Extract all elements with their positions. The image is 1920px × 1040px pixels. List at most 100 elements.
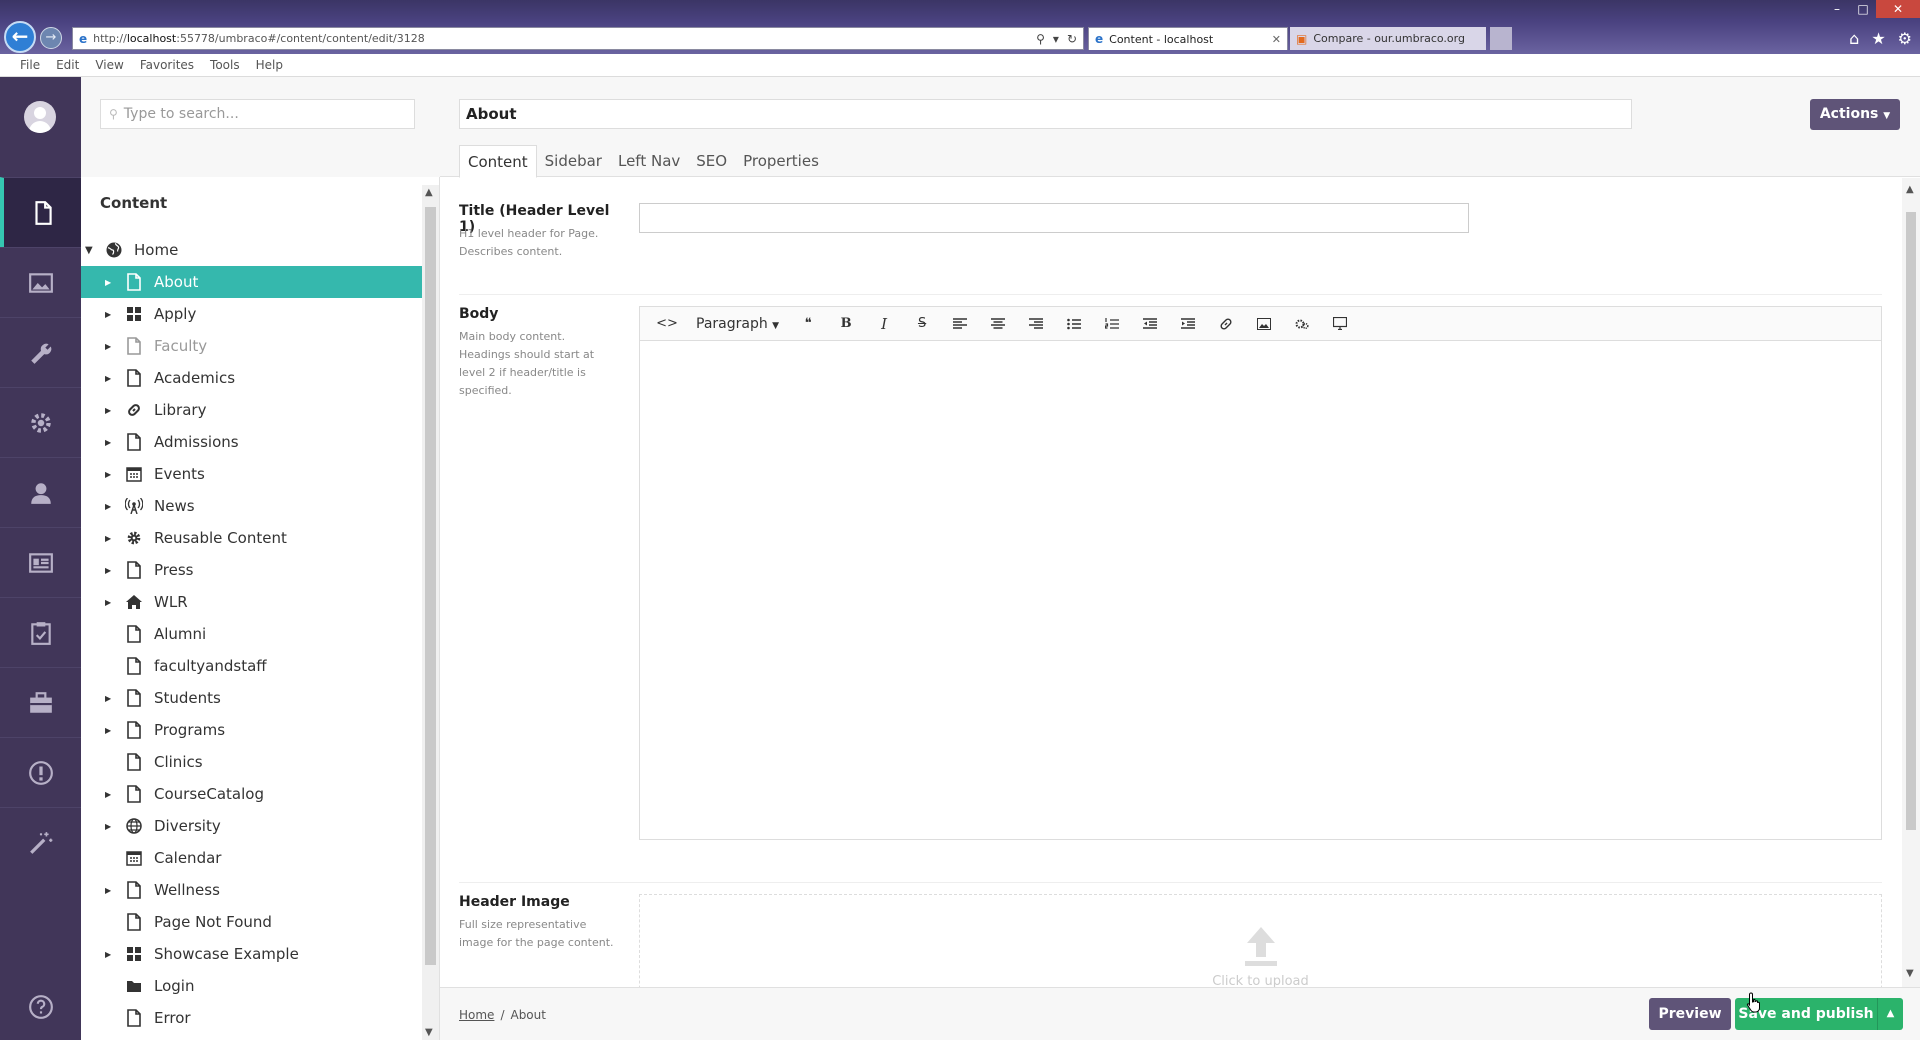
tree-node-error[interactable]: Error bbox=[81, 1002, 423, 1034]
section-forms[interactable] bbox=[0, 597, 81, 667]
title-input[interactable] bbox=[639, 203, 1469, 233]
section-media[interactable] bbox=[0, 247, 81, 317]
preview-button[interactable]: Preview bbox=[1649, 998, 1731, 1030]
numbered-list-icon[interactable] bbox=[1093, 307, 1131, 341]
menu-file[interactable]: File bbox=[20, 58, 40, 72]
tree-scroll-thumb[interactable] bbox=[425, 207, 436, 965]
align-left-icon[interactable] bbox=[941, 307, 979, 341]
tree-node-showcase-example[interactable]: ▶ Showcase Example bbox=[81, 938, 423, 970]
code-icon[interactable]: <> bbox=[648, 307, 686, 341]
menu-view[interactable]: View bbox=[95, 58, 123, 72]
chevron-down-icon[interactable]: ▼ bbox=[1906, 968, 1914, 979]
section-info[interactable] bbox=[0, 737, 81, 807]
tree-node-facultyandstaff[interactable]: facultyandstaff bbox=[81, 650, 423, 682]
chevron-right-icon[interactable]: ▶ bbox=[105, 598, 119, 607]
chevron-right-icon[interactable]: ▶ bbox=[105, 406, 119, 415]
chevron-down-icon[interactable]: ▼ bbox=[85, 245, 99, 256]
tree-node-library[interactable]: ▶ Library bbox=[81, 394, 423, 426]
chevron-right-icon[interactable]: ▶ bbox=[105, 726, 119, 735]
tree-node-academics[interactable]: ▶ Academics bbox=[81, 362, 423, 394]
tab-properties[interactable]: Properties bbox=[735, 145, 827, 177]
align-right-icon[interactable] bbox=[1017, 307, 1055, 341]
editor-scroll-thumb[interactable] bbox=[1906, 212, 1916, 830]
tree-node-about[interactable]: ▶ About bbox=[81, 266, 423, 298]
tree-node-alumni[interactable]: Alumni bbox=[81, 618, 423, 650]
tree-node-page-not-found[interactable]: Page Not Found bbox=[81, 906, 423, 938]
chevron-down-icon[interactable]: ▼ bbox=[425, 1027, 433, 1038]
embed-icon[interactable] bbox=[1321, 307, 1359, 341]
link-icon[interactable] bbox=[1207, 307, 1245, 341]
close-window-button[interactable]: ✕ bbox=[1876, 0, 1920, 18]
chevron-right-icon[interactable]: ▶ bbox=[105, 310, 119, 319]
section-settings[interactable] bbox=[0, 317, 81, 387]
section-help[interactable] bbox=[0, 977, 81, 1037]
section-members[interactable] bbox=[0, 527, 81, 597]
tree-node-admissions[interactable]: ▶ Admissions bbox=[81, 426, 423, 458]
align-center-icon[interactable] bbox=[979, 307, 1017, 341]
avatar[interactable] bbox=[24, 101, 56, 133]
tab-left-nav[interactable]: Left Nav bbox=[610, 145, 688, 177]
browser-tab-compare[interactable]: ▣ Compare - our.umbraco.org bbox=[1290, 27, 1486, 50]
chevron-right-icon[interactable]: ▶ bbox=[105, 566, 119, 575]
forward-button[interactable]: → bbox=[40, 27, 62, 49]
tree-node-apply[interactable]: ▶ Apply bbox=[81, 298, 423, 330]
tree-node-reusable-content[interactable]: ▶ Reusable Content bbox=[81, 522, 423, 554]
address-bar[interactable]: e http:// localhost :55778/umbraco#/cont… bbox=[72, 27, 1084, 50]
tree-node-faculty[interactable]: ▶ Faculty bbox=[81, 330, 423, 362]
gear-icon[interactable]: ⚙ bbox=[1898, 29, 1912, 48]
chevron-right-icon[interactable]: ▶ bbox=[105, 950, 119, 959]
chevron-right-icon[interactable]: ▶ bbox=[105, 790, 119, 799]
indent-icon[interactable] bbox=[1169, 307, 1207, 341]
breadcrumb-home[interactable]: Home bbox=[459, 1008, 494, 1022]
outdent-icon[interactable] bbox=[1131, 307, 1169, 341]
close-icon[interactable]: ✕ bbox=[1272, 33, 1281, 46]
tree-node-home[interactable]: ▼ Home bbox=[81, 234, 423, 266]
tree-node-news[interactable]: ▶ News bbox=[81, 490, 423, 522]
chevron-right-icon[interactable]: ▶ bbox=[105, 502, 119, 511]
chevron-right-icon[interactable]: ▶ bbox=[105, 374, 119, 383]
section-users[interactable] bbox=[0, 457, 81, 527]
tree-node-calendar[interactable]: Calendar bbox=[81, 842, 423, 874]
section-content[interactable] bbox=[0, 177, 81, 247]
strikethrough-icon[interactable]: S bbox=[903, 307, 941, 341]
image-icon[interactable] bbox=[1245, 307, 1283, 341]
tree-node-wlr[interactable]: ▶ WLR bbox=[81, 586, 423, 618]
tree-node-diversity[interactable]: ▶ Diversity bbox=[81, 810, 423, 842]
bullet-list-icon[interactable] bbox=[1055, 307, 1093, 341]
maximize-button[interactable]: □ bbox=[1850, 0, 1876, 18]
chevron-right-icon[interactable]: ▶ bbox=[105, 470, 119, 479]
blockquote-icon[interactable]: ❝ bbox=[789, 307, 827, 341]
bold-icon[interactable]: B bbox=[827, 307, 865, 341]
tree-node-students[interactable]: ▶ Students bbox=[81, 682, 423, 714]
refresh-icon[interactable]: ↻ bbox=[1067, 32, 1077, 46]
tree-node-clinics[interactable]: Clinics bbox=[81, 746, 423, 778]
chevron-right-icon[interactable]: ▶ bbox=[105, 694, 119, 703]
chevron-right-icon[interactable]: ▶ bbox=[105, 438, 119, 447]
format-dropdown[interactable]: Paragraph ▼ bbox=[686, 307, 789, 341]
section-packages[interactable] bbox=[0, 667, 81, 737]
chevron-down-icon[interactable]: ▾ bbox=[1053, 32, 1059, 46]
search-icon[interactable]: ⚲ bbox=[1036, 32, 1045, 46]
browser-tab-content[interactable]: e Content - localhost ✕ bbox=[1088, 27, 1288, 50]
image-upload-dropzone[interactable]: Click to upload bbox=[639, 894, 1882, 987]
tab-sidebar[interactable]: Sidebar bbox=[537, 145, 610, 177]
new-tab-button[interactable] bbox=[1490, 27, 1512, 50]
menu-help[interactable]: Help bbox=[256, 58, 283, 72]
tree-scrollbar[interactable]: ▲ ▼ bbox=[422, 185, 439, 1040]
tree-node-events[interactable]: ▶ Events bbox=[81, 458, 423, 490]
chevron-right-icon[interactable]: ▶ bbox=[105, 278, 119, 287]
menu-tools[interactable]: Tools bbox=[210, 58, 240, 72]
section-wizard[interactable] bbox=[0, 807, 81, 877]
back-button[interactable]: ← bbox=[4, 21, 36, 53]
chevron-right-icon[interactable]: ▶ bbox=[105, 886, 119, 895]
minimize-button[interactable]: – bbox=[1824, 0, 1850, 18]
macro-icon[interactable] bbox=[1283, 307, 1321, 341]
search-input[interactable]: ⚲ Type to search... bbox=[100, 99, 415, 129]
tab-content[interactable]: Content bbox=[459, 145, 537, 178]
section-developer[interactable] bbox=[0, 387, 81, 457]
editor-scrollbar[interactable]: ▲ ▼ bbox=[1902, 178, 1920, 987]
tree-node-programs[interactable]: ▶ Programs bbox=[81, 714, 423, 746]
menu-edit[interactable]: Edit bbox=[56, 58, 79, 72]
chevron-up-icon[interactable]: ▲ bbox=[1906, 184, 1914, 195]
star-icon[interactable]: ★ bbox=[1871, 29, 1885, 48]
